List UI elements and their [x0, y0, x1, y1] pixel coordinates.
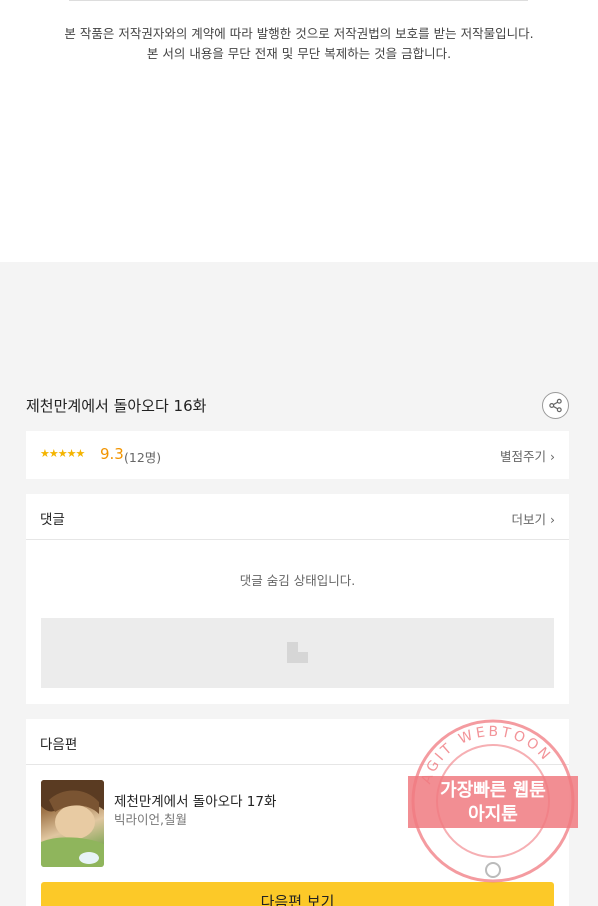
episode-title: 제천만계에서 돌아오다 16화	[26, 397, 207, 415]
rating-score: 9.3	[100, 445, 124, 463]
next-episode-header: 다음편	[26, 719, 569, 765]
copyright-line-2: 본 서의 내용을 무단 전재 및 무단 복제하는 것을 금합니다.	[146, 46, 452, 61]
rate-button[interactable]: 별점주기 ›	[500, 446, 555, 465]
next-episode-title[interactable]: 제천만계에서 돌아오다 17화	[114, 790, 276, 810]
share-button[interactable]	[542, 392, 569, 419]
rating-card: ★★★★★ 9.3 (12명) 별점주기 ›	[26, 431, 569, 479]
share-icon	[549, 398, 562, 413]
comments-title: 댓글	[40, 512, 65, 528]
copyright-area: 본 작품은 저작권자와의 계약에 따라 발행한 것으로 저작권법의 보호를 받는…	[0, 0, 598, 262]
placeholder-icon	[287, 642, 308, 663]
character-thumbnail-image	[41, 780, 104, 867]
copyright-line-1: 본 작품은 저작권자와의 계약에 따라 발행한 것으로 저작권법의 보호를 받는…	[64, 26, 534, 41]
next-episode-button[interactable]: 다음편 보기	[41, 882, 554, 906]
next-episode-card: 다음편 제천만계에서 돌아오다 17화 빅라이언,칠월 다음편 보기	[26, 719, 569, 906]
comments-more-link[interactable]: 더보기 ›	[512, 509, 555, 528]
comments-header: 댓글 더보기 ›	[26, 494, 569, 540]
next-episode-thumbnail[interactable]	[41, 780, 104, 867]
next-episode-author: 빅라이언,칠월	[114, 812, 187, 827]
next-episode-label: 다음편	[40, 737, 78, 753]
rating-count: (12명)	[124, 450, 162, 465]
comment-ad-placeholder	[41, 618, 554, 688]
copyright-notice: 본 작품은 저작권자와의 계약에 따라 발행한 것으로 저작권법의 보호를 받는…	[0, 24, 598, 64]
comments-card: 댓글 더보기 › 댓글 숨김 상태입니다.	[26, 494, 569, 704]
comments-hidden-message: 댓글 숨김 상태입니다.	[239, 573, 356, 588]
rating-stars: ★★★★★	[40, 447, 85, 460]
divider	[69, 0, 528, 1]
